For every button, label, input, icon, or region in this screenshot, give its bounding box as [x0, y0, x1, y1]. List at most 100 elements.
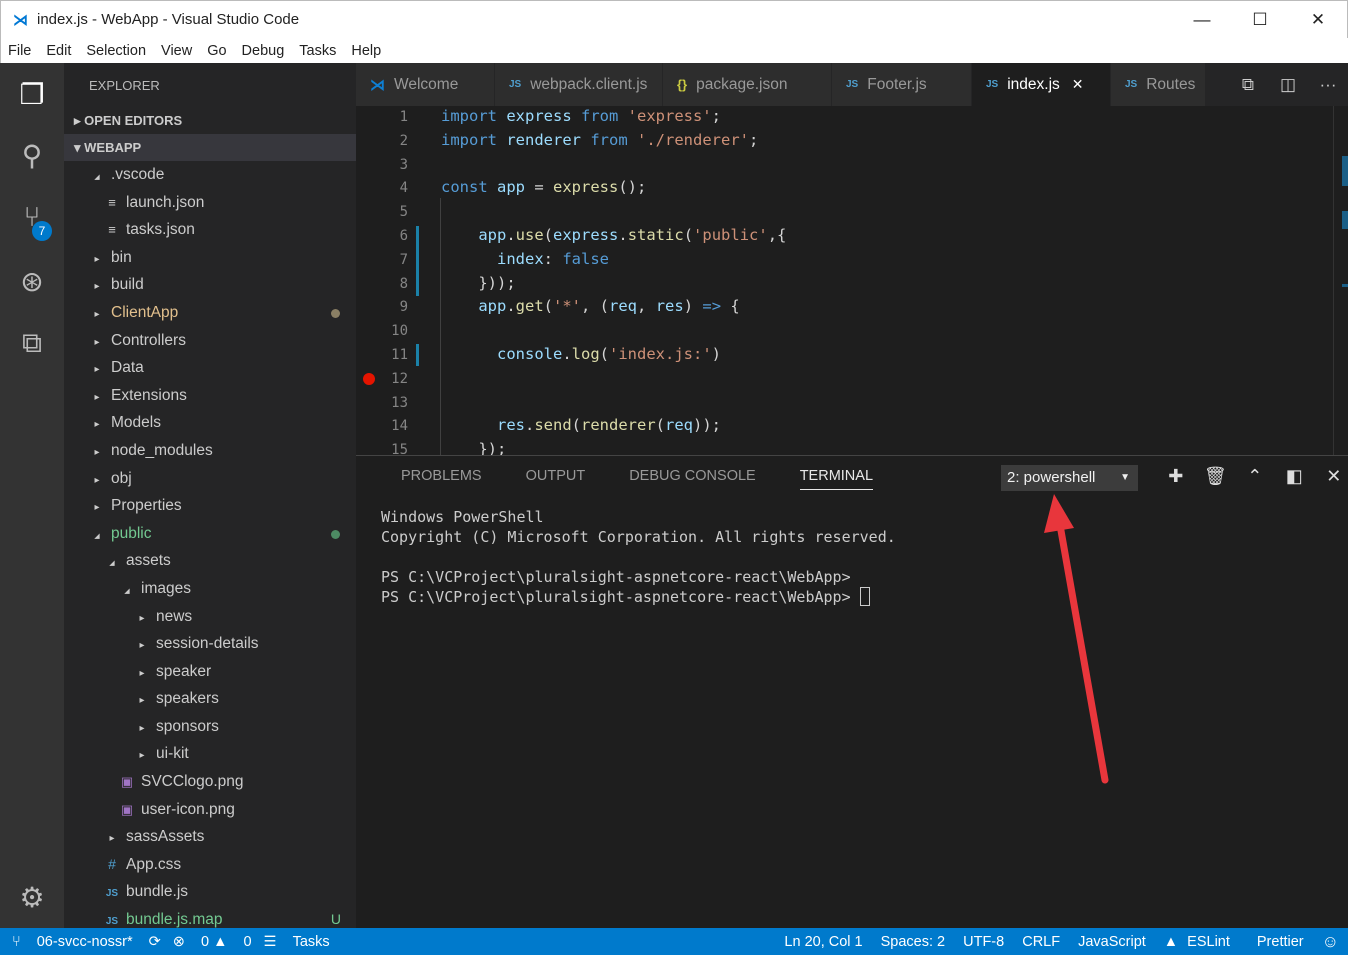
new-terminal-icon[interactable]: ✚	[1156, 466, 1196, 487]
tree-item[interactable]: ≡ launch.json	[64, 189, 356, 217]
menu-go[interactable]: Go	[200, 43, 234, 59]
split-editor-icon[interactable]: ◫	[1268, 75, 1308, 95]
sync-icon[interactable]: ⟳	[149, 934, 161, 950]
terminal-select[interactable]: 2: powershell ▼	[1001, 465, 1138, 491]
tree-item[interactable]: ◢ .vscode	[64, 161, 356, 189]
indentation[interactable]: Spaces: 2	[881, 934, 946, 950]
menu-view[interactable]: View	[154, 43, 200, 59]
panel-tab-problems[interactable]: PROBLEMS	[401, 468, 482, 490]
tree-item[interactable]: ▸ speakers	[64, 685, 356, 713]
tree-item[interactable]: ▸ session-details	[64, 630, 356, 658]
tree-item[interactable]: ▸ bin	[64, 244, 356, 272]
close-panel-icon[interactable]: ✕	[1314, 466, 1348, 487]
gear-icon[interactable]: ⚙	[0, 869, 64, 925]
feedback-smiley-icon[interactable]: ☺	[1322, 932, 1339, 952]
extensions-icon[interactable]: ⧉	[0, 315, 64, 371]
source-control-icon[interactable]: ⑂	[0, 189, 64, 245]
chevron-down-icon: ◢	[109, 560, 115, 568]
tab-welcome[interactable]: ⋊ Welcome	[356, 63, 495, 106]
tree-item[interactable]: JS bundle.js	[64, 878, 356, 906]
encoding[interactable]: UTF-8	[963, 934, 1004, 950]
code-token: .	[525, 416, 535, 435]
tree-item[interactable]: ▸ Extensions	[64, 382, 356, 410]
code-editor[interactable]: 1 import express from 'express'; 2 import r…	[356, 106, 1348, 455]
more-actions-icon[interactable]: ···	[1308, 75, 1348, 95]
panel-tab-terminal[interactable]: TERMINAL	[799, 468, 874, 490]
tree-item[interactable]: ▸ speaker	[64, 658, 356, 686]
menu-help[interactable]: Help	[344, 43, 389, 59]
branch-item[interactable]: ⑂ 06-svcc-nossr*	[12, 934, 133, 950]
code-token: './renderer'	[637, 130, 749, 149]
tab-routes[interactable]: JS Routes	[1111, 63, 1206, 106]
tree-item[interactable]: ▸ ui-kit	[64, 740, 356, 768]
tree-item[interactable]: ▸ sponsors	[64, 713, 356, 741]
overview-ruler-mark	[1342, 211, 1348, 229]
code-token: });	[441, 440, 507, 455]
tree-item[interactable]: ▸ build	[64, 271, 356, 299]
tree-item[interactable]: ◢ images	[64, 575, 356, 603]
close-tab-icon[interactable]: ✕	[1072, 76, 1084, 93]
search-icon[interactable]: ⚲	[0, 127, 64, 183]
code-token: index	[441, 249, 544, 268]
terminal-output[interactable]: Windows PowerShell Copyright (C) Microsof…	[381, 507, 896, 607]
tree-item[interactable]: ▸ news	[64, 603, 356, 631]
tab-webpack-client-js[interactable]: JS webpack.client.js	[495, 63, 663, 106]
tree-item-label: speaker	[156, 662, 212, 680]
cursor-position[interactable]: Ln 20, Col 1	[784, 934, 862, 950]
dropdown-caret-icon: ▼	[1120, 472, 1130, 483]
menu-debug[interactable]: Debug	[235, 43, 293, 59]
panel-tab-debug-console[interactable]: DEBUG CONSOLE	[629, 468, 756, 490]
tree-item[interactable]: ▸ node_modules	[64, 437, 356, 465]
menu-file[interactable]: File	[1, 43, 39, 59]
trash-icon[interactable]: 🗑	[1196, 466, 1236, 487]
tab-footer-js[interactable]: JS Footer.js	[832, 63, 972, 106]
tree-item[interactable]: ▸ ClientApp	[64, 299, 356, 327]
open-editors-section[interactable]: ▸ OPEN EDITORS	[64, 107, 356, 134]
menu-tasks[interactable]: Tasks	[292, 43, 344, 59]
chevron-right-icon: ▸	[139, 695, 145, 707]
panel-tab-output[interactable]: OUTPUT	[526, 468, 586, 490]
tree-item[interactable]: ▣ user-icon.png	[64, 796, 356, 824]
webapp-section[interactable]: ▾ WEBAPP	[64, 134, 356, 161]
tree-item[interactable]: ▸ Models	[64, 409, 356, 437]
json-file-icon: {}	[677, 77, 688, 92]
menu-edit[interactable]: Edit	[39, 43, 79, 59]
code-token: app	[497, 178, 535, 197]
tree-item[interactable]: ▸ sassAssets	[64, 823, 356, 851]
prettier-item[interactable]: Prettier	[1257, 934, 1304, 950]
tab-package-json[interactable]: {} package.json	[663, 63, 832, 106]
code-line: console.log('index.js:')	[441, 345, 721, 363]
tree-item-label: bundle.js	[126, 883, 189, 901]
tree-item[interactable]: ▸ Properties	[64, 492, 356, 520]
toggle-panel-position-icon[interactable]: ◧	[1275, 466, 1315, 487]
maximize-button[interactable]: ☐	[1231, 1, 1289, 39]
tree-item-label: sassAssets	[126, 828, 205, 846]
tab-index-js[interactable]: JS index.js ✕	[972, 63, 1111, 106]
close-window-button[interactable]: ✕	[1289, 1, 1347, 39]
eslint-item[interactable]: ▲ ESLint	[1164, 934, 1239, 950]
language-mode[interactable]: JavaScript	[1078, 934, 1146, 950]
tree-item[interactable]: ▸ Controllers	[64, 327, 356, 355]
code-token: (	[599, 345, 610, 363]
tree-item[interactable]: ≡ tasks.json	[64, 216, 356, 244]
line-ending[interactable]: CRLF	[1022, 934, 1060, 950]
tree-item[interactable]: ▸ obj	[64, 465, 356, 493]
minimize-button[interactable]: —	[1173, 1, 1231, 39]
tree-item[interactable]: ◢ assets	[64, 547, 356, 575]
maximize-panel-icon[interactable]: ⌃	[1235, 466, 1275, 487]
open-preview-icon[interactable]: ⧉	[1228, 75, 1268, 95]
js-file-icon: JS	[1125, 79, 1138, 90]
tree-item[interactable]: ▸ Data	[64, 354, 356, 382]
explorer-icon[interactable]: ❐	[0, 66, 64, 122]
scrollbar-track[interactable]	[1333, 106, 1334, 455]
code-token: import	[441, 130, 507, 149]
tree-item[interactable]: ◢ public	[64, 520, 356, 548]
problems-item[interactable]: ⊗ 0 ▲ 0	[173, 934, 252, 950]
tasks-item[interactable]: ☰ Tasks	[264, 934, 330, 950]
tree-item-label: user-icon.png	[141, 800, 235, 818]
menu-selection[interactable]: Selection	[79, 43, 154, 59]
debug-icon[interactable]: ⊛	[0, 253, 64, 309]
tree-item[interactable]: ▣ SVCClogo.png	[64, 768, 356, 796]
chevron-right-icon: ▸	[94, 253, 100, 265]
tree-item[interactable]: # App.css	[64, 851, 356, 879]
